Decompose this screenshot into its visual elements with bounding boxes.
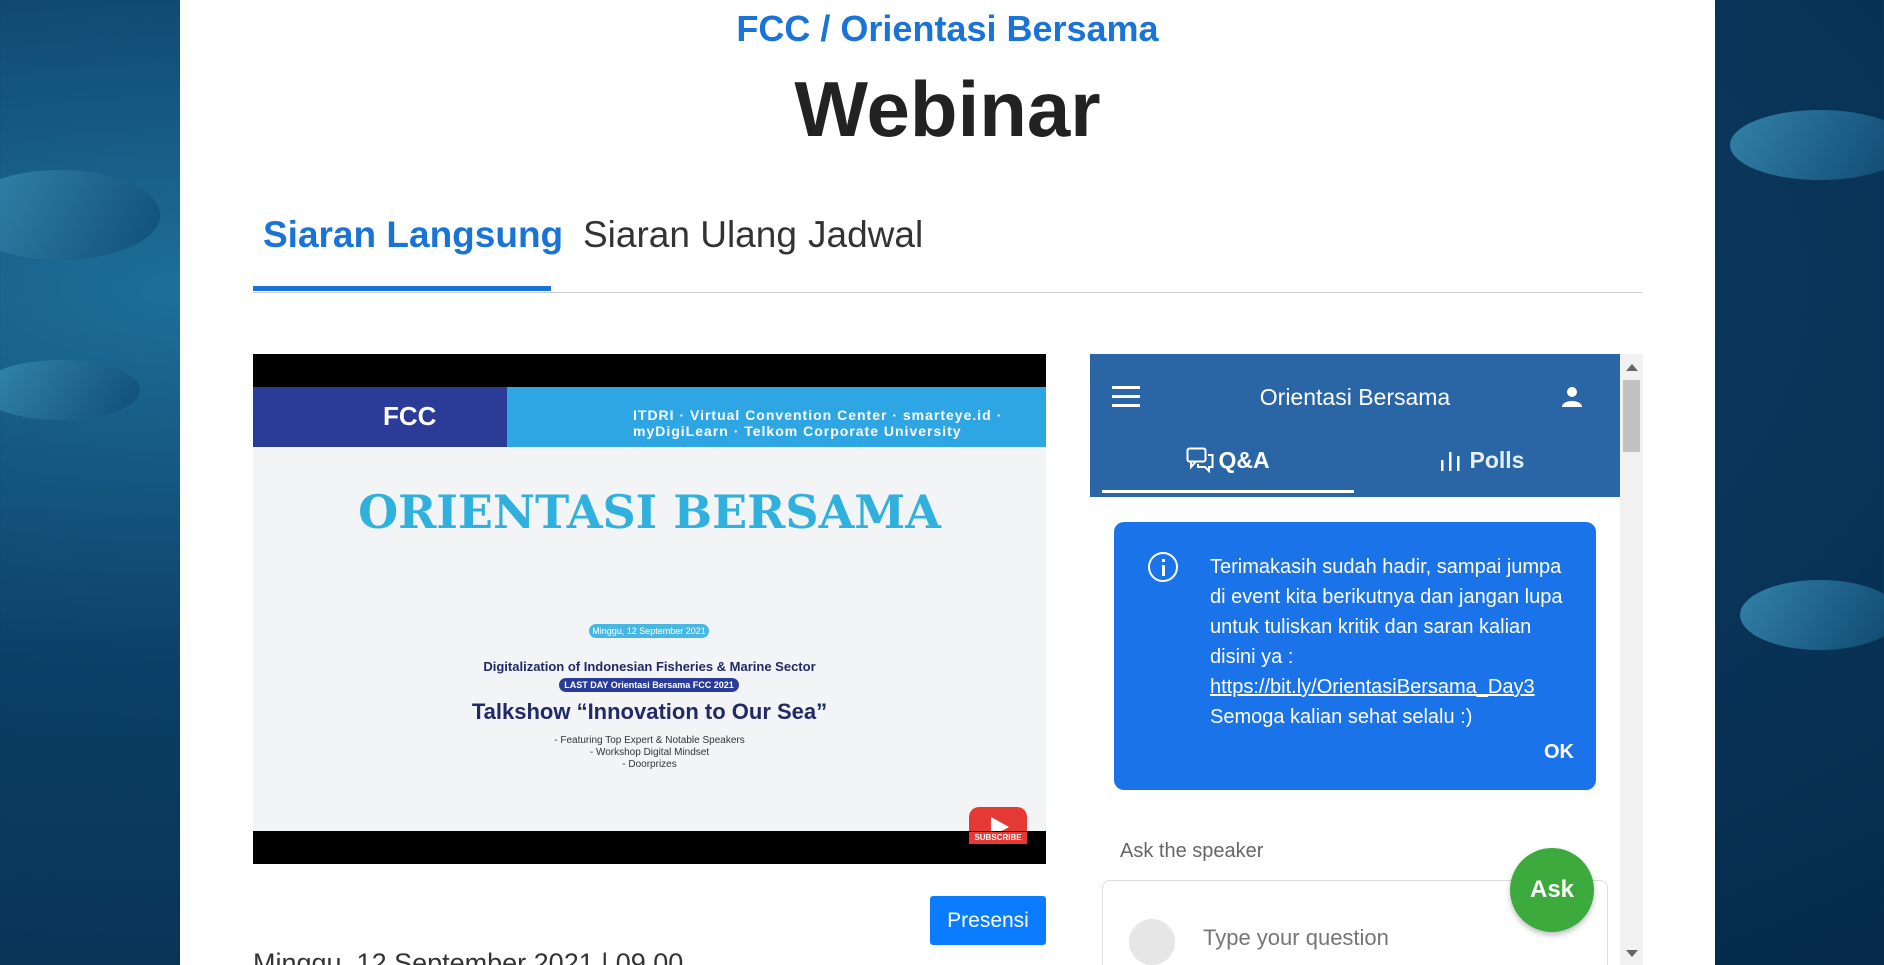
slide-badge: LAST DAY Orientasi Bersama FCC 2021 [559, 678, 739, 692]
ask-speaker-label: Ask the speaker [1120, 840, 1264, 862]
notice-card: Terimakasih sudah hadir, sampai jumpa di… [1114, 522, 1596, 790]
sponsor-logos: ITDRI · Virtual Convention Center · smar… [633, 407, 1003, 439]
background-fish [0, 170, 160, 260]
scroll-up-arrow[interactable] [1626, 364, 1638, 371]
tab-bar: Siaran Langsung Siaran Ulang Jadwal [253, 200, 1642, 293]
tab-siaran-ulang[interactable]: Siaran Ulang [583, 214, 797, 256]
background-fish [1740, 580, 1884, 650]
subscribe-button[interactable]: SUBSCRIBE [969, 832, 1027, 844]
notice-message: Terimakasih sudah hadir, sampai jumpa di… [1210, 556, 1563, 668]
slide-talkshow: Talkshow “Innovation to Our Sea” [471, 699, 828, 724]
slide-bullet: - Doorprizes [622, 759, 677, 770]
scroll-thumb[interactable] [1623, 380, 1640, 452]
video-player[interactable]: FCC ITDRI · Virtual Convention Center · … [253, 354, 1046, 864]
background-fish [0, 360, 140, 420]
video-banner: FCC ITDRI · Virtual Convention Center · … [253, 387, 1046, 447]
panel-scrollbar[interactable] [1620, 354, 1643, 965]
youtube-icon[interactable] [969, 807, 1027, 831]
main-page: FCC / Orientasi Bersama Webinar Siaran L… [180, 0, 1715, 965]
scroll-down-arrow[interactable] [1626, 950, 1638, 957]
panel-title: Orientasi Bersama [1259, 384, 1451, 410]
fcc-logo: FCC [383, 401, 437, 431]
tab-polls[interactable]: Polls [1354, 440, 1608, 490]
chat-icon [1186, 447, 1214, 474]
slide-date: Minggu, 12 September 2021 [589, 624, 709, 638]
active-panel-tab-indicator [1102, 490, 1354, 493]
tab-jadwal[interactable]: Jadwal [808, 214, 923, 256]
presensi-button[interactable]: Presensi [930, 896, 1046, 945]
notice-text: Terimakasih sudah hadir, sampai jumpa di… [1210, 552, 1580, 732]
bar-chart-icon [1440, 452, 1460, 471]
user-icon[interactable] [1560, 384, 1584, 408]
notice-link[interactable]: https://bit.ly/OrientasiBersama_Day3 [1210, 676, 1535, 698]
slide-title: ORIENTASI BERSAMA [358, 485, 941, 539]
slide-bullet: - Featuring Top Expert & Notable Speaker… [554, 735, 745, 746]
ok-button[interactable]: OK [1544, 741, 1574, 764]
ask-button[interactable]: Ask [1510, 848, 1594, 932]
slide-subtitle: Digitalization of Indonesian Fisheries &… [483, 659, 816, 674]
avatar-icon [1129, 919, 1175, 965]
tab-qa-label: Q&A [1218, 447, 1270, 473]
video-frame[interactable]: FCC ITDRI · Virtual Convention Center · … [253, 387, 1046, 831]
info-icon [1148, 552, 1178, 582]
tab-qa[interactable]: Q&A [1102, 440, 1354, 490]
panel-header: Orientasi Bersama Q&A Polls [1090, 354, 1620, 497]
slide-bullets: - Featuring Top Expert & Notable Speaker… [253, 735, 1046, 771]
page-title: Webinar [794, 65, 1101, 153]
question-input[interactable] [1203, 925, 1583, 951]
tab-polls-label: Polls [1469, 447, 1525, 473]
background-fish [1730, 110, 1884, 180]
notice-closing: Semoga kalian sehat selalu :) [1210, 706, 1473, 728]
active-tab-indicator [253, 286, 551, 291]
qa-panel: Orientasi Bersama Q&A Polls Terimakasih … [1090, 354, 1643, 965]
slide-bullet: - Workshop Digital Mindset [589, 747, 710, 758]
tab-siaran-langsung[interactable]: Siaran Langsung [263, 214, 563, 256]
event-date: Minggu, 12 September 2021 | 09.00 [253, 948, 684, 965]
breadcrumb[interactable]: FCC / Orientasi Bersama [180, 8, 1715, 50]
